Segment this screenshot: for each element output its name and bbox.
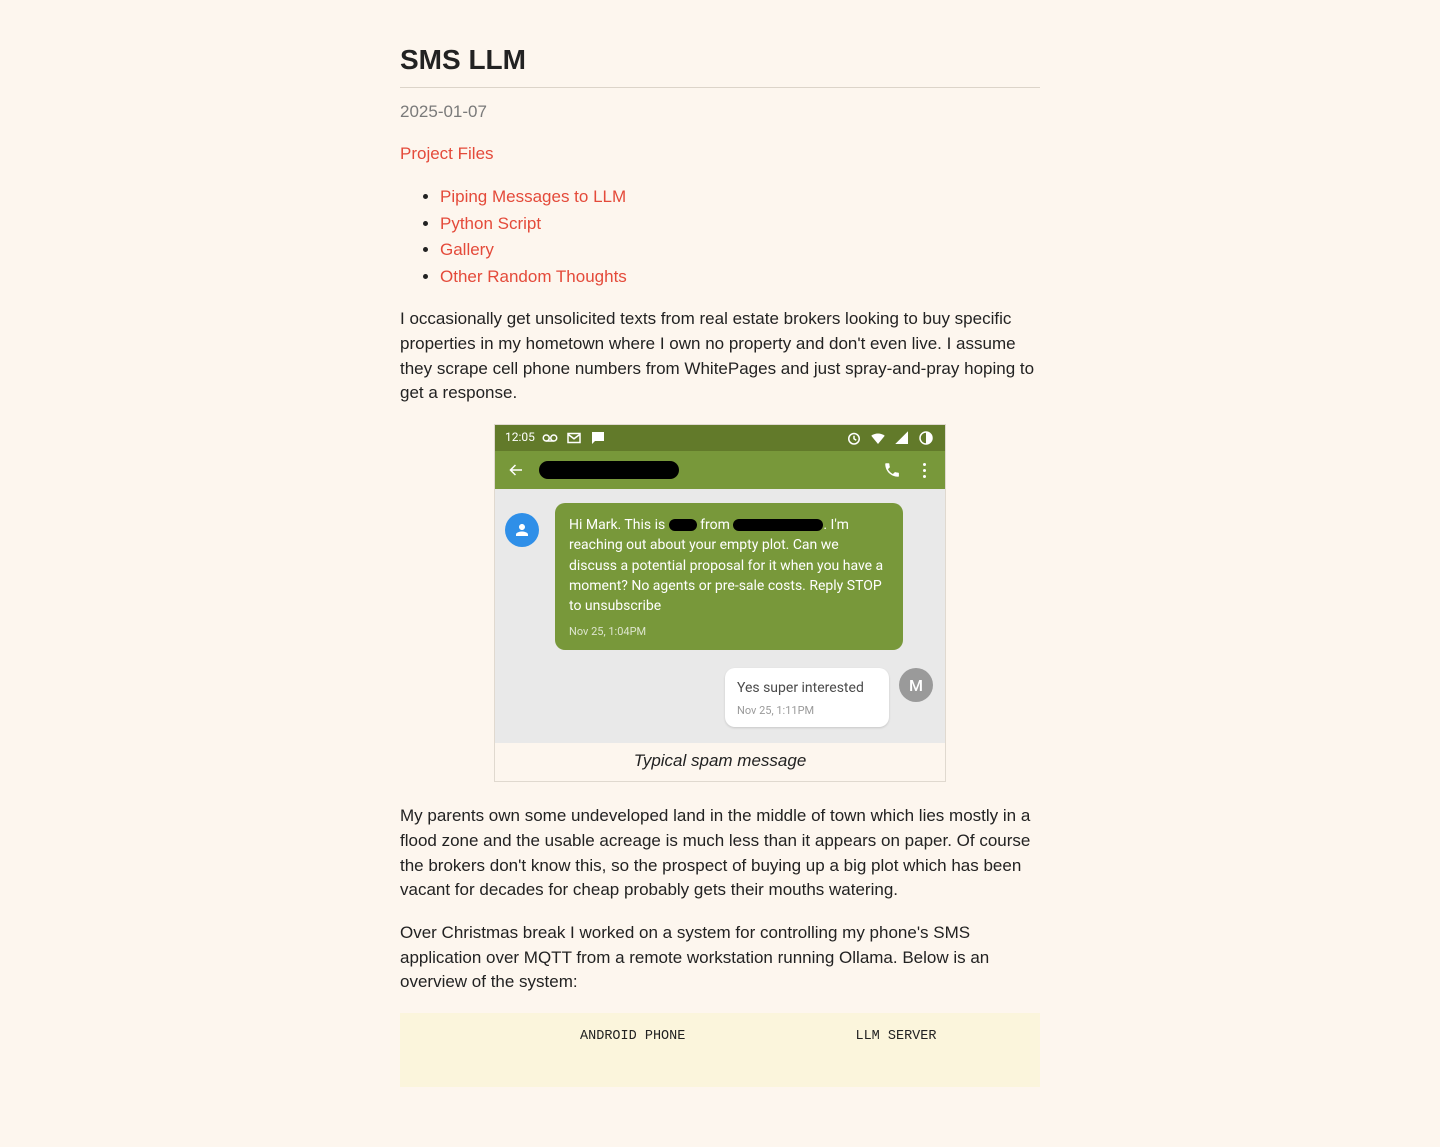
sender-avatar — [505, 513, 539, 547]
ascii-diagram: ANDROID PHONE LLM SERVER — [400, 1013, 1040, 1087]
alarm-icon — [845, 429, 863, 447]
redacted-name — [669, 519, 697, 531]
conversation-area: Hi Mark. This is from . I'm reaching out… — [495, 489, 945, 743]
phone-status-bar: 12:05 — [495, 425, 945, 451]
signal-icon — [893, 429, 911, 447]
paragraph-system: Over Christmas break I worked on a syste… — [400, 921, 1040, 995]
outgoing-text: Yes super interested — [737, 678, 877, 698]
outgoing-timestamp: Nov 25, 1:11PM — [737, 703, 877, 719]
toc-link-piping[interactable]: Piping Messages to LLM — [440, 187, 626, 206]
page-title: SMS LLM — [400, 40, 1040, 88]
incoming-timestamp: Nov 25, 1:04PM — [569, 624, 889, 640]
post-date: 2025-01-07 — [400, 100, 1040, 125]
toc-link-other[interactable]: Other Random Thoughts — [440, 267, 627, 286]
phone-call-icon — [883, 461, 901, 479]
paragraph-intro: I occasionally get unsolicited texts fro… — [400, 307, 1040, 406]
mail-icon — [565, 429, 583, 447]
outgoing-message-bubble: Yes super interested Nov 25, 1:11PM — [725, 668, 889, 726]
status-time: 12:05 — [505, 429, 535, 446]
phone-app-bar — [495, 451, 945, 489]
toc-link-python[interactable]: Python Script — [440, 214, 541, 233]
battery-icon — [917, 429, 935, 447]
redacted-company — [733, 519, 823, 531]
back-arrow-icon — [507, 461, 525, 479]
voicemail-icon — [541, 429, 559, 447]
more-menu-icon — [915, 461, 933, 479]
incoming-text-mid: from — [697, 517, 734, 533]
self-avatar: M — [899, 668, 933, 702]
wifi-icon — [869, 429, 887, 447]
toc-link-gallery[interactable]: Gallery — [440, 240, 494, 259]
figure-caption: Typical spam message — [495, 743, 945, 782]
figure-spam-screenshot: 12:05 — [494, 424, 946, 782]
incoming-message-bubble: Hi Mark. This is from . I'm reaching out… — [555, 503, 903, 650]
paragraph-parents: My parents own some undeveloped land in … — [400, 804, 1040, 903]
contact-name-redacted — [539, 461, 679, 479]
incoming-text-prefix: Hi Mark. This is — [569, 517, 669, 533]
chat-icon — [589, 429, 607, 447]
project-files-link[interactable]: Project Files — [400, 144, 494, 163]
table-of-contents: Piping Messages to LLM Python Script Gal… — [400, 185, 1040, 290]
